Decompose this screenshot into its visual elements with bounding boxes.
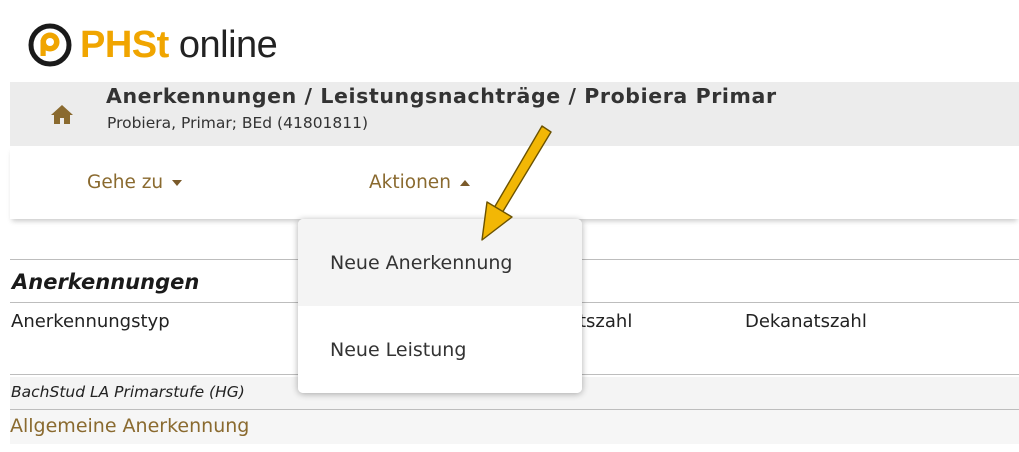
section-title: Anerkennungen [12,270,200,294]
actions-menu-button[interactable]: Aktionen [369,172,470,193]
phst-online-logo: PHSt online [28,20,278,70]
goto-menu-button[interactable]: Gehe zu [87,172,183,193]
group-label: BachStud LA Primarstufe (HG) [11,383,245,401]
phst-logo-icon [28,23,72,67]
menu-item-label: Neue Anerkennung [330,251,513,274]
logo-text: PHSt online [80,23,278,67]
menu-item-neue-leistung[interactable]: Neue Leistung [298,306,582,393]
actions-dropdown-menu: Neue Anerkennung Neue Leistung [298,219,582,393]
actions-menu-label: Aktionen [369,172,451,193]
caret-up-icon [459,179,470,186]
page-title: Anerkennungen / Leistungsnachträge / Pro… [106,84,777,108]
column-header-type: Anerkennungstyp [11,311,170,332]
column-header-tszahl: tszahl [579,311,633,332]
logo-online-text: online [168,24,278,66]
goto-menu-label: Gehe zu [87,172,164,193]
allgemeine-anerkennung-link[interactable]: Allgemeine Anerkennung [10,415,249,437]
logo-brand-text: PHSt [80,24,169,66]
column-header-dekanatszahl: Dekanatszahl [745,311,867,332]
menu-item-neue-anerkennung[interactable]: Neue Anerkennung [298,219,582,306]
page-subtitle: Probiera, Primar; BEd (41801811) [107,114,369,132]
home-icon[interactable] [50,103,74,125]
menu-item-label: Neue Leistung [330,338,467,361]
caret-down-icon [172,179,183,186]
